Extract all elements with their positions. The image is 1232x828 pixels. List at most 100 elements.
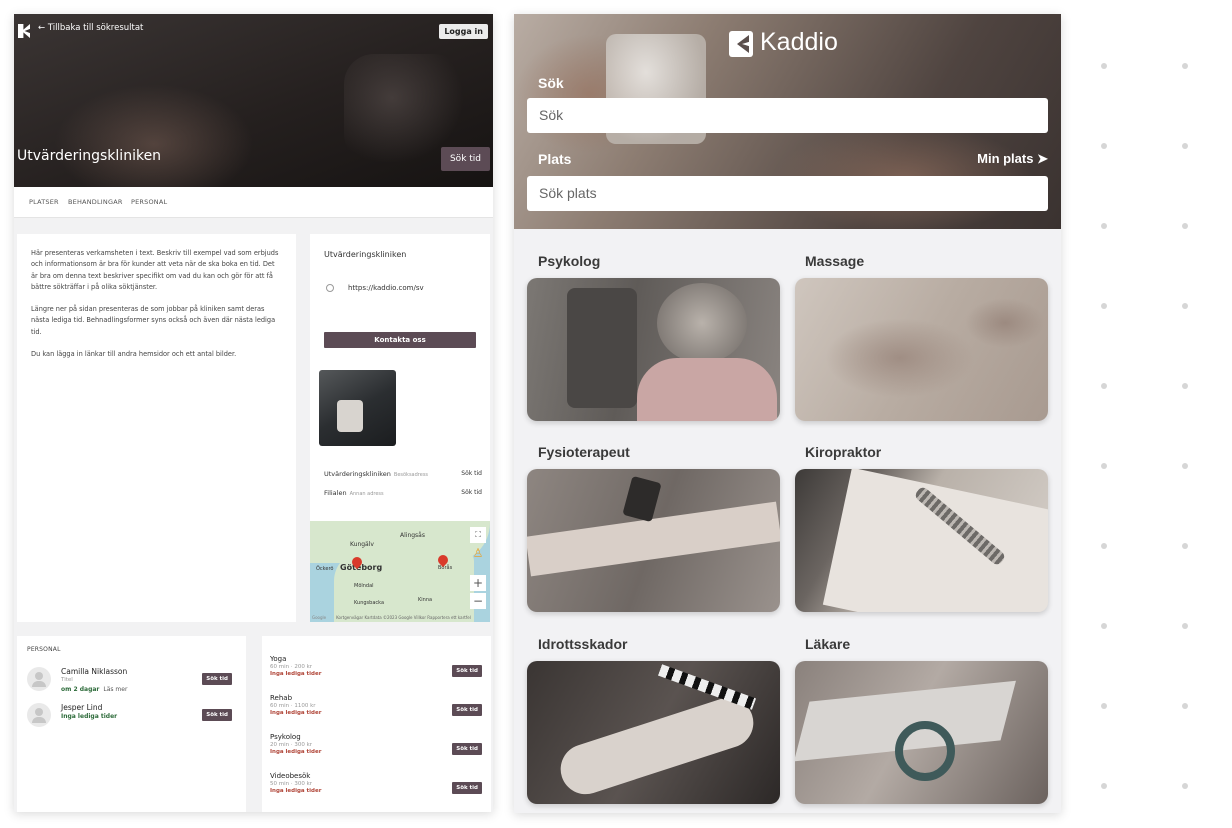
description-paragraph: Här presenteras verkamsheten i text. Bes…: [31, 249, 279, 291]
map[interactable]: Kungälv Alingsås Öckerö Göteborg Borås M…: [310, 521, 490, 622]
location-row: Filialen Annan adress Sök tid: [324, 489, 484, 497]
screenshot-stage: ← Tillbaka till sökresultat Logga in Utv…: [0, 0, 1232, 828]
read-more-link[interactable]: Läs mer: [103, 686, 127, 693]
location-address: Besöksadress: [393, 472, 429, 478]
search-input[interactable]: Sök: [527, 98, 1048, 133]
decorative-dot: [1101, 303, 1107, 309]
back-to-results-link[interactable]: ← Tillbaka till sökresultat: [38, 23, 143, 33]
treatment-row[interactable]: Videobesök 50 min · 300 kr Inga lediga t…: [270, 772, 482, 802]
avatar-icon: [27, 703, 51, 727]
my-location-button[interactable]: Min plats ➤: [977, 151, 1048, 167]
search-label: Sök: [538, 75, 564, 91]
book-button[interactable]: Sök tid: [441, 147, 490, 171]
location-book-link[interactable]: Sök tid: [461, 489, 482, 496]
category-image-massage[interactable]: [795, 278, 1048, 421]
treatment-availability: Inga lediga tider: [270, 788, 322, 794]
staff-book-button[interactable]: Sök tid: [202, 709, 232, 721]
photo-element: [822, 469, 1048, 612]
street-view-icon[interactable]: ♙: [470, 545, 486, 561]
staff-availability: om 2 dagar Läs mer: [61, 686, 127, 693]
info-clinic-name: Utvärderingskliniken: [324, 250, 407, 259]
place-label: Plats: [538, 151, 572, 167]
category-image-lakare[interactable]: [795, 661, 1048, 804]
treatment-book-button[interactable]: Sök tid: [452, 743, 482, 755]
zoom-out-button[interactable]: −: [470, 593, 486, 609]
staff-book-button[interactable]: Sök tid: [202, 673, 232, 685]
photo-element: [657, 283, 747, 363]
decorative-dot: [1182, 303, 1188, 309]
availability-text: om 2 dagar: [61, 686, 100, 693]
treatment-availability: Inga lediga tider: [270, 710, 322, 716]
brand-name: Kaddio: [760, 28, 838, 56]
kaddio-logo-icon[interactable]: [18, 24, 30, 38]
staff-header: PERSONAL: [27, 646, 61, 653]
clinic-title: Utvärderingskliniken: [17, 148, 162, 164]
decorative-dot: [1182, 383, 1188, 389]
treatment-detail: 20 min · 300 kr: [270, 742, 313, 748]
map-label: Mölndal: [354, 583, 374, 589]
hero-photo-hands: [54, 84, 254, 187]
photo-element: [637, 358, 777, 421]
category-title[interactable]: Idrottsskador: [538, 636, 627, 652]
category-image-idrottsskador[interactable]: [527, 661, 780, 804]
decorative-dot: [1101, 223, 1107, 229]
decorative-dot: [1101, 143, 1107, 149]
clinic-photo[interactable]: [319, 370, 396, 446]
decorative-dot: [1182, 623, 1188, 629]
treatment-row[interactable]: Yoga 60 min · 200 kr Inga lediga tider S…: [270, 655, 482, 685]
map-attribution[interactable]: Kortgenvägar Kartdata ©2023 Google Villk…: [336, 615, 471, 620]
description-paragraph: Längre ner på sidan presenteras de som j…: [31, 305, 276, 336]
map-label: Kinna: [418, 597, 433, 603]
decorative-dot: [1101, 703, 1107, 709]
location-book-link[interactable]: Sök tid: [461, 470, 482, 477]
app-search-screen: Kaddio Sök Sök Plats Min plats ➤ Sök pla…: [514, 14, 1061, 813]
map-label: Borås: [438, 565, 453, 571]
my-location-label: Min plats: [977, 151, 1034, 166]
treatment-name: Psykolog: [270, 733, 301, 741]
staff-row[interactable]: Camilla Niklasson Titel om 2 dagar Läs me…: [27, 667, 237, 695]
decorative-dot: [1101, 623, 1107, 629]
category-title[interactable]: Psykolog: [538, 253, 600, 269]
fullscreen-icon[interactable]: ⛶: [470, 527, 486, 543]
treatment-row[interactable]: Rehab 60 min · 1100 kr Inga lediga tider…: [270, 694, 482, 724]
staff-card: PERSONAL Camilla Niklasson Titel om 2 da…: [17, 636, 246, 812]
map-label: Kungälv: [350, 541, 374, 548]
zoom-in-button[interactable]: +: [470, 575, 486, 591]
website-link[interactable]: https://kaddio.com/sv: [348, 284, 424, 292]
category-title[interactable]: Massage: [805, 253, 864, 269]
photo-element: [895, 721, 955, 781]
decorative-dot: [1101, 63, 1107, 69]
kaddio-brand[interactable]: Kaddio: [729, 28, 859, 58]
decorative-dot: [1101, 383, 1107, 389]
location-name: Utvärderingskliniken: [324, 470, 391, 478]
tab-platser[interactable]: PLATSER: [29, 198, 59, 206]
category-title[interactable]: Fysioterapeut: [538, 444, 630, 460]
clinic-description: Här presenteras verkamsheten i text. Bes…: [17, 234, 296, 622]
login-button[interactable]: Logga in: [439, 24, 488, 39]
staff-availability: Inga lediga tider: [61, 713, 118, 720]
staff-row[interactable]: Jesper Lind Inga lediga tider Sök tid: [27, 703, 237, 731]
kaddio-logo-icon: [729, 31, 753, 57]
photo-element: [622, 475, 662, 523]
contact-button[interactable]: Kontakta oss: [324, 332, 476, 348]
treatment-book-button[interactable]: Sök tid: [452, 782, 482, 794]
tab-behandlingar[interactable]: BEHANDLINGAR: [68, 198, 123, 206]
treatment-book-button[interactable]: Sök tid: [452, 704, 482, 716]
category-title[interactable]: Kiropraktor: [805, 444, 881, 460]
category-title[interactable]: Läkare: [805, 636, 850, 652]
treatment-row[interactable]: Psykolog 20 min · 300 kr Inga lediga tid…: [270, 733, 482, 763]
decorative-dot: [1182, 783, 1188, 789]
category-image-fysioterapeut[interactable]: [527, 469, 780, 612]
treatment-book-button[interactable]: Sök tid: [452, 665, 482, 677]
description-paragraph: Du kan lägga in länkar till andra hemsid…: [31, 350, 237, 359]
staff-name: Camilla Niklasson: [61, 667, 128, 676]
category-image-kiropraktor[interactable]: [795, 469, 1048, 612]
place-input[interactable]: Sök plats: [527, 176, 1048, 211]
globe-icon: [326, 284, 334, 292]
clinic-tabs: PLATSER BEHANDLINGAR PERSONAL: [14, 187, 493, 218]
treatment-detail: 50 min · 300 kr: [270, 781, 313, 787]
tab-personal[interactable]: PERSONAL: [131, 198, 167, 206]
category-image-psykolog[interactable]: [527, 278, 780, 421]
decorative-dot: [1182, 543, 1188, 549]
decorative-dot: [1101, 463, 1107, 469]
